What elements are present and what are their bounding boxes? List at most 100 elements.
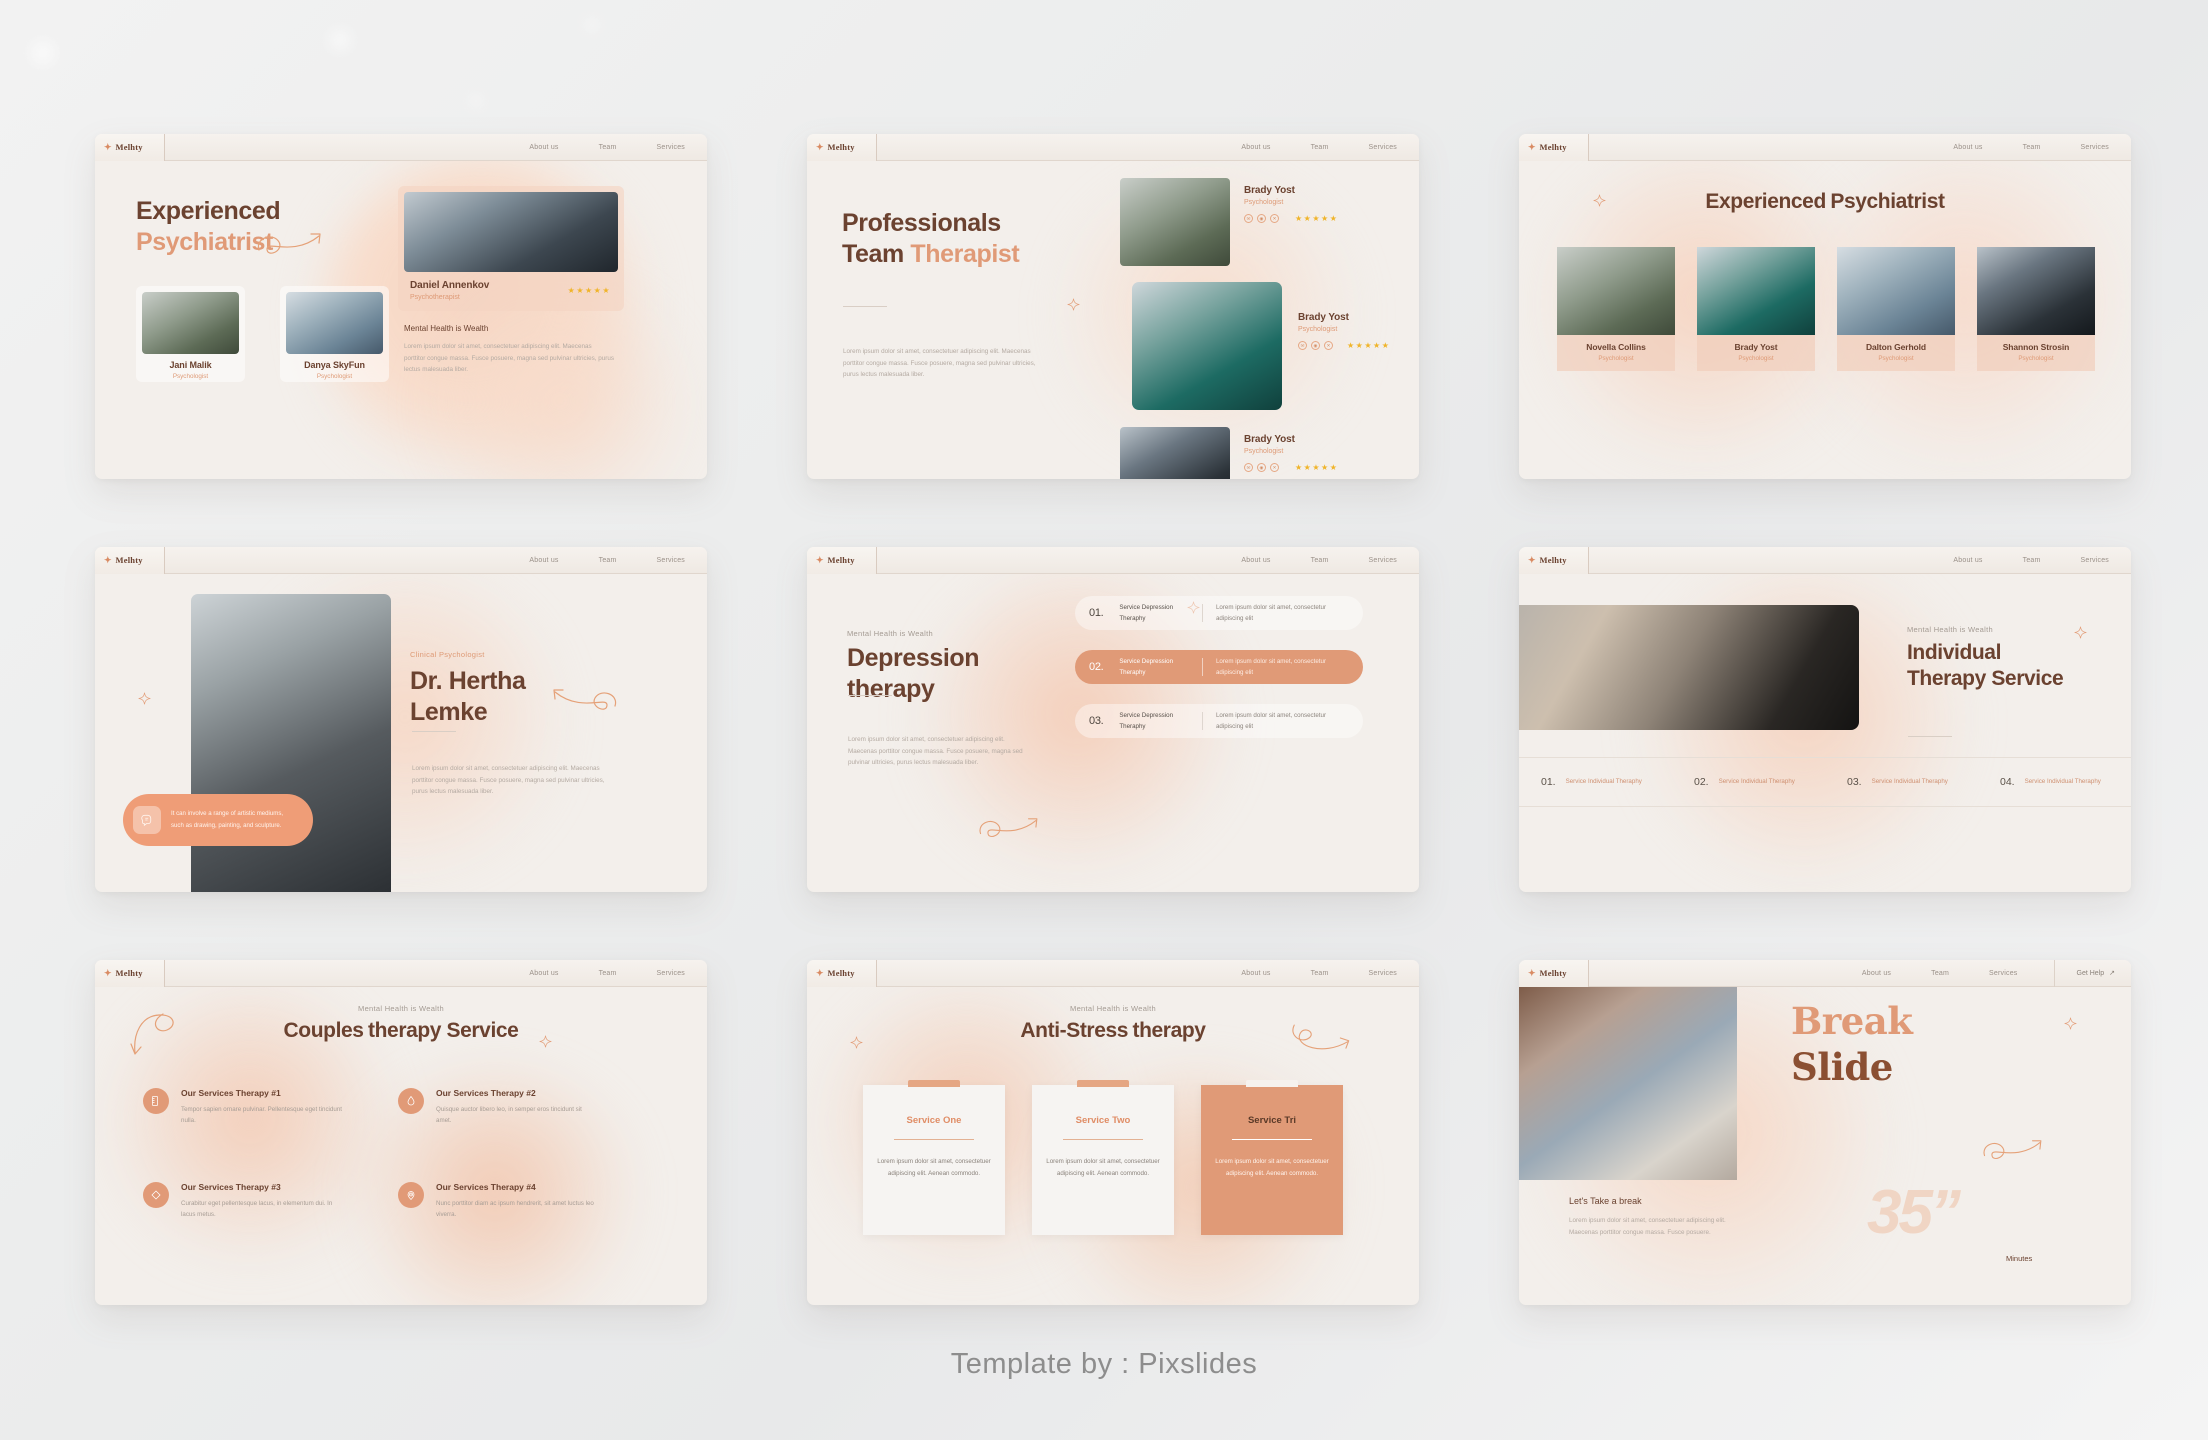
dr-hertha-lemke-photo	[191, 594, 391, 892]
nav-link-about-us[interactable]: About us	[529, 144, 558, 151]
nav-link-about-us[interactable]: About us	[1241, 144, 1270, 151]
nav-link-about-us[interactable]: About us	[1862, 970, 1891, 977]
twitter-icon[interactable]: ✕	[1270, 463, 1279, 472]
row-divider	[1202, 604, 1203, 622]
get-help-button[interactable]: Get Help ↗	[2053, 960, 2132, 987]
nav-link-services[interactable]: Services	[1369, 144, 1397, 151]
service-number: 02.	[1694, 776, 1709, 788]
nav-link-services[interactable]: Services	[657, 970, 685, 977]
nav-link-team[interactable]: Team	[1311, 970, 1329, 977]
person-card[interactable]: Shannon Strosin Psychologist	[1977, 247, 2095, 371]
nav-link-team[interactable]: Team	[1931, 970, 1949, 977]
person-card[interactable]: Danya SkyFun Psychologist	[280, 286, 389, 382]
service-card[interactable]: Service Two Lorem ipsum dolor sit amet, …	[1032, 1080, 1174, 1235]
service-row[interactable]: 03. Service Depression Theraphy Lorem ip…	[1075, 704, 1363, 738]
feature-item[interactable]: Our Services Therapy #3 Curabitur eget p…	[143, 1182, 343, 1221]
nav-link-about-us[interactable]: About us	[529, 557, 558, 564]
slide-experienced-psychiatrist-grid[interactable]: ✦ Melhty About us Team Services Experien…	[1519, 134, 2131, 479]
nav-link-team[interactable]: Team	[599, 970, 617, 977]
mail-icon[interactable]: ✉	[1298, 341, 1307, 350]
nav-link-team[interactable]: Team	[2023, 557, 2041, 564]
brand-logo[interactable]: ✦ Melhty	[807, 134, 877, 161]
brand-logo[interactable]: ✦ Melhty	[1519, 134, 1589, 161]
service-item[interactable]: 04. Service Individual Theraphy	[1978, 776, 2131, 788]
slide-professionals-team[interactable]: ✦ Melhty About us Team Services Professi…	[807, 134, 1419, 479]
nav-link-services[interactable]: Services	[1989, 970, 2017, 977]
service-item[interactable]: 03. Service Individual Theraphy	[1825, 776, 1978, 788]
social-icons[interactable]: ✉ ◉ ✕	[1244, 214, 1279, 223]
team-member-row[interactable]: Brady Yost Psychologist ✉ ◉ ✕ ★★★★★	[1120, 178, 1338, 266]
feature-item[interactable]: Our Services Therapy #2 Quisque auctor l…	[398, 1088, 598, 1127]
nav-link-about-us[interactable]: About us	[1953, 557, 1982, 564]
twitter-icon[interactable]: ✕	[1270, 214, 1279, 223]
service-card[interactable]: Service One Lorem ipsum dolor sit amet, …	[863, 1080, 1005, 1235]
service-card-highlighted[interactable]: Service Tri Lorem ipsum dolor sit amet, …	[1201, 1080, 1343, 1235]
page-title: Clinical Psychologist Dr. Hertha Lemke	[410, 650, 526, 727]
featured-person-card[interactable]: Daniel Annenkov Psychotherapist ★★★★★	[398, 186, 624, 311]
feature-item[interactable]: Our Services Therapy #4 Nunc porttitor d…	[398, 1182, 598, 1221]
social-icons[interactable]: ✉ ◉ ✕	[1298, 341, 1333, 350]
instagram-icon[interactable]: ◉	[1257, 214, 1266, 223]
slide-dr-hertha-lemke[interactable]: ✦ Melhty About us Team Services It can i…	[95, 547, 707, 892]
slide-break[interactable]: ✦ Melhty About us Team Services Get Help…	[1519, 960, 2131, 1305]
sparkle-icon	[2074, 626, 2087, 639]
nav-link-about-us[interactable]: About us	[1953, 144, 1982, 151]
slide-individual-therapy-service[interactable]: ✦ Melhty About us Team Services Mental H…	[1519, 547, 2131, 892]
nav-link-team[interactable]: Team	[599, 144, 617, 151]
swirl-arrow-doodle	[979, 818, 1038, 837]
brand-logo[interactable]: ✦ Melhty	[95, 960, 165, 987]
ruler-icon	[143, 1088, 169, 1114]
nav-link-about-us[interactable]: About us	[1241, 970, 1270, 977]
slide-depression-therapy[interactable]: ✦ Melhty About us Team Services Mental H…	[807, 547, 1419, 892]
mail-icon[interactable]: ✉	[1244, 214, 1253, 223]
slide-anti-stress-therapy[interactable]: ✦ Melhty About us Team Services Mental H…	[807, 960, 1419, 1305]
team-member-row[interactable]: Brady Yost Psychologist ✉ ◉ ✕ ★★★★★	[1132, 282, 1390, 410]
brand-logo[interactable]: ✦ Melhty	[1519, 547, 1589, 574]
footer-credit: Template by : Pixslides	[950, 1348, 1258, 1380]
brand-logo[interactable]: ✦ Melhty	[95, 134, 165, 161]
quote-badge: It can involve a range of artistic mediu…	[123, 794, 313, 846]
service-item[interactable]: 01. Service Individual Theraphy	[1519, 776, 1672, 788]
slide-navbar: ✦ Melhty About us Team Services	[1519, 134, 2131, 161]
person-card[interactable]: Jani Malik Psychologist	[136, 286, 245, 382]
service-row-active[interactable]: 02. Service Depression Theraphy Lorem ip…	[1075, 650, 1363, 684]
brand-logo[interactable]: ✦ Melhty	[807, 547, 877, 574]
service-row[interactable]: 01. Service Depression Theraphy Lorem ip…	[1075, 596, 1363, 630]
nav-link-team[interactable]: Team	[1311, 557, 1329, 564]
nav-link-services[interactable]: Services	[2081, 144, 2109, 151]
brand-logo[interactable]: ✦ Melhty	[1519, 960, 1589, 987]
social-icons[interactable]: ✉ ◉ ✕	[1244, 463, 1279, 472]
timer-unit: Minutes	[2006, 1254, 2033, 1263]
nav-link-services[interactable]: Services	[657, 144, 685, 151]
section-block: Mental Health is Wealth Lorem ipsum dolo…	[404, 324, 614, 376]
nav-link-team[interactable]: Team	[599, 557, 617, 564]
nav-link-team[interactable]: Team	[1311, 144, 1329, 151]
nav-link-services[interactable]: Services	[1369, 970, 1397, 977]
brand-logo[interactable]: ✦ Melhty	[95, 547, 165, 574]
arrow-up-right-icon: ↗	[2109, 970, 2115, 977]
person-name: Jani Malik	[169, 360, 212, 370]
team-member-row[interactable]: Brady Yost Psychologist ✉ ◉ ✕ ★★★★★	[1120, 427, 1338, 479]
feature-item[interactable]: Our Services Therapy #1 Tempor sapien or…	[143, 1088, 343, 1127]
brand-logo[interactable]: ✦ Melhty	[807, 960, 877, 987]
service-item[interactable]: 02. Service Individual Theraphy	[1672, 776, 1825, 788]
nav-link-team[interactable]: Team	[2023, 144, 2041, 151]
slide-canvas: ✦ Melhty About us Team Services Get Help…	[1519, 960, 2131, 1305]
instagram-icon[interactable]: ◉	[1257, 463, 1266, 472]
nav-link-about-us[interactable]: About us	[1241, 557, 1270, 564]
nav-link-services[interactable]: Services	[1369, 557, 1397, 564]
person-card[interactable]: Novella Collins Psychologist	[1557, 247, 1675, 371]
brain-head-icon	[133, 806, 161, 834]
person-card[interactable]: Brady Yost Psychologist	[1697, 247, 1815, 371]
nav-link-services[interactable]: Services	[657, 557, 685, 564]
person-card[interactable]: Dalton Gerhold Psychologist	[1837, 247, 1955, 371]
twitter-icon[interactable]: ✕	[1324, 341, 1333, 350]
slide-experienced-psychiatrist[interactable]: ✦ Melhty About us Team Services Experien…	[95, 134, 707, 479]
instagram-icon[interactable]: ◉	[1311, 341, 1320, 350]
sparkle-icon	[539, 1035, 552, 1048]
nav-link-about-us[interactable]: About us	[529, 970, 558, 977]
feature-title: Our Services Therapy #1	[181, 1088, 281, 1098]
nav-link-services[interactable]: Services	[2081, 557, 2109, 564]
slide-couples-therapy-service[interactable]: ✦ Melhty About us Team Services Mental H…	[95, 960, 707, 1305]
mail-icon[interactable]: ✉	[1244, 463, 1253, 472]
